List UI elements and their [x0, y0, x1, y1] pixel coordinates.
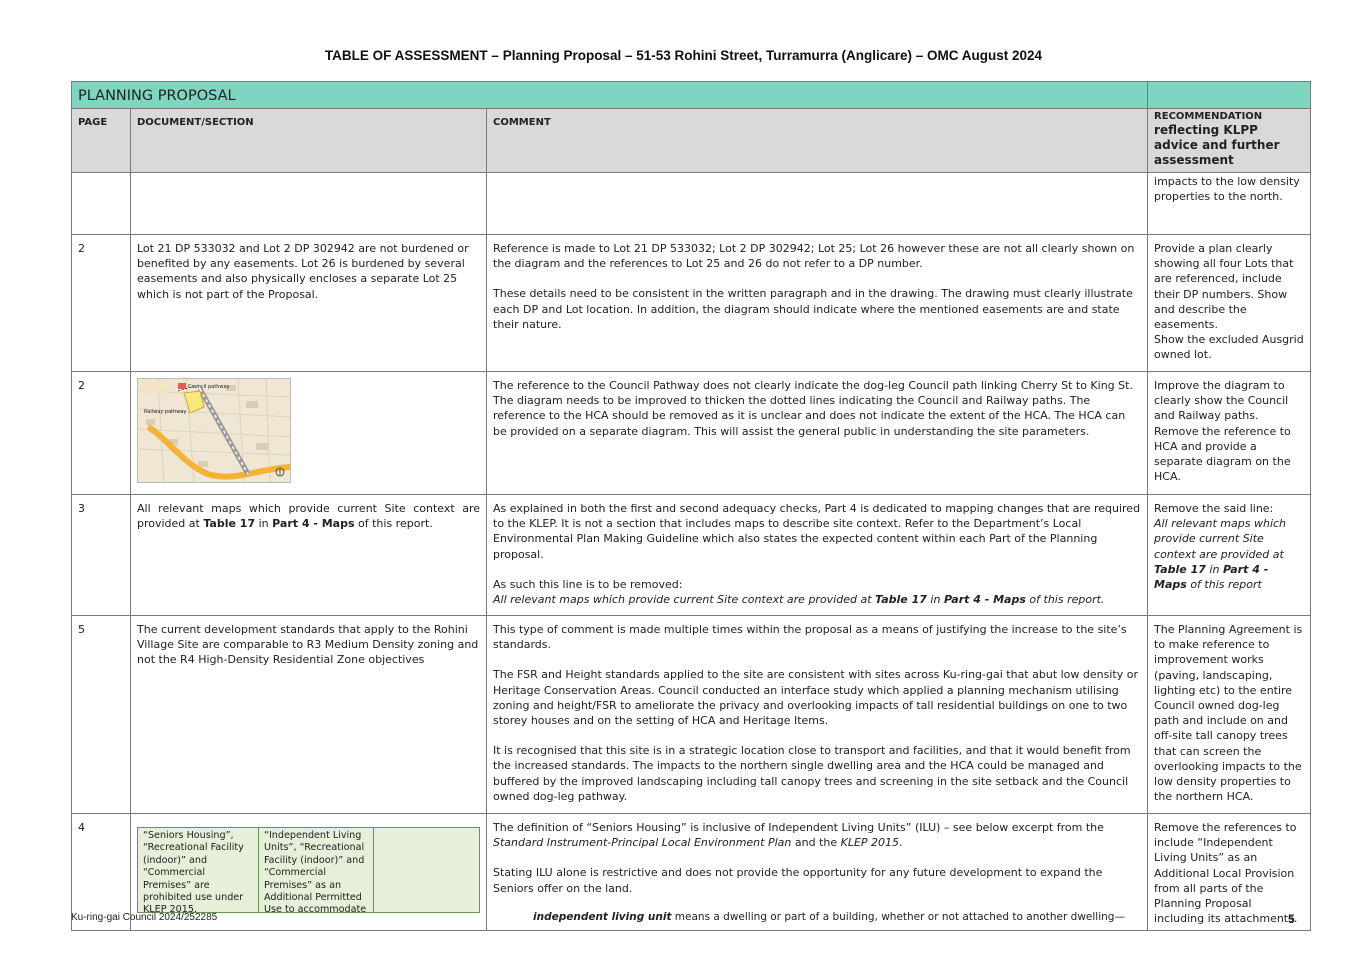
- cell-comment: [485, 172, 1149, 235]
- instrument-name: KLEP 2015: [840, 836, 900, 850]
- cell-comment: The reference to the Council Pathway doe…: [485, 371, 1149, 495]
- recommendation-paragraph: Remove the said line:: [1154, 502, 1274, 515]
- quoted-table-ref: Table 17: [1154, 562, 1206, 576]
- column-header-comment: COMMENT: [485, 108, 1149, 173]
- cell-section: All relevant maps which provide current …: [130, 494, 487, 616]
- footer-page-number: 5: [1288, 912, 1295, 926]
- cell-section: The current development standards that a…: [130, 615, 487, 814]
- definition-text: means a dwelling or part of a building, …: [671, 910, 1125, 923]
- recommendation-paragraph: Provide a plan clearly showing all four …: [1154, 242, 1294, 332]
- section-text: of this report.: [354, 517, 433, 531]
- cell-comment: As explained in both the first and secon…: [485, 494, 1149, 616]
- definition-excerpt: independent living unit means a dwelling…: [493, 910, 1141, 925]
- comment-paragraph: It is recognised that this site is in a …: [493, 744, 1131, 803]
- quoted-text: of this report.: [1025, 593, 1105, 607]
- excerpt-column-permitted: “Independent Living Units”, “Recreationa…: [259, 828, 374, 912]
- comment-paragraph: Reference is made to Lot 21 DP 533032; L…: [493, 242, 1135, 271]
- excerpt-column-prohibited: “Seniors Housing”, “Recreational Facilit…: [138, 828, 259, 912]
- comment-paragraph: Stating ILU alone is restrictive and doe…: [493, 866, 1103, 895]
- map-label-railway: Railway pathway: [144, 409, 186, 415]
- quoted-text: All relevant maps which provide current …: [493, 593, 876, 607]
- cell-page: [71, 172, 131, 235]
- cell-section: Lot 21 DP 533032 and Lot 2 DP 302942 are…: [130, 234, 487, 372]
- quoted-table-ref: Table 17: [875, 593, 927, 607]
- recommendation-quoted-line: All relevant maps which provide current …: [1154, 516, 1304, 592]
- comment-paragraph: As such this line is to be removed:: [493, 577, 683, 591]
- cell-section: Council pathway Railway pathway: [130, 371, 487, 495]
- table-row: 2 Council pathway Railway pathway The re…: [71, 371, 1312, 495]
- comment-paragraph: As explained in both the first and secon…: [493, 502, 1141, 561]
- comment-paragraph: These details need to be consistent in t…: [493, 287, 1133, 331]
- excerpt-column-empty: [374, 828, 479, 912]
- quoted-text: in: [1205, 562, 1223, 576]
- instrument-name: Standard Instrument-Principal Local Envi…: [493, 836, 792, 850]
- table-ref: Table 17: [203, 517, 256, 531]
- cell-comment: This type of comment is made multiple ti…: [485, 615, 1149, 814]
- quoted-line: All relevant maps which provide current …: [493, 592, 1141, 607]
- table-row: impacts to the low density properties to…: [71, 172, 1312, 235]
- cell-recommendation: Improve the diagram to clearly show the …: [1147, 371, 1312, 495]
- cell-recommendation: Remove the said line: All relevant maps …: [1147, 494, 1312, 616]
- cell-section: [130, 172, 487, 235]
- table-row: 5 The current development standards that…: [71, 615, 1312, 814]
- table-row: 2 Lot 21 DP 533032 and Lot 2 DP 302942 a…: [71, 234, 1312, 372]
- map-label-council: Council pathway: [188, 384, 230, 390]
- cell-page: 2: [71, 371, 131, 495]
- cell-page: 5: [71, 615, 131, 814]
- section-header-row: PLANNING PROPOSAL: [70, 81, 1312, 109]
- cell-page: 2: [71, 234, 131, 372]
- embedded-excerpt-table: “Seniors Housing”, “Recreational Facilit…: [137, 827, 480, 913]
- table-row: 4 “Seniors Housing”, “Recreational Facil…: [71, 812, 1312, 932]
- assessment-table: PLANNING PROPOSAL PAGE DOCUMENT/SECTION …: [70, 81, 1312, 932]
- comment-text: The definition of “Seniors Housing” is i…: [493, 821, 1104, 834]
- cell-recommendation: Remove the references to include “Indepe…: [1147, 812, 1312, 932]
- column-header-row: PAGE DOCUMENT/SECTION COMMENT RECOMMENDA…: [71, 108, 1312, 173]
- table-row: 3 All relevant maps which provide curren…: [71, 494, 1312, 616]
- column-header-recommendation: RECOMMENDATION reflecting KLPP advice an…: [1147, 108, 1312, 173]
- recommendation-header-label: RECOMMENDATION: [1154, 111, 1263, 122]
- comment-paragraph: This type of comment is made multiple ti…: [493, 623, 1127, 652]
- quoted-text: in: [926, 593, 944, 607]
- recommendation-paragraph: Show the excluded Ausgrid owned lot.: [1154, 333, 1304, 362]
- comment-paragraph: The FSR and Height standards applied to …: [493, 668, 1138, 728]
- part-ref: Part 4 - Maps: [272, 517, 355, 531]
- quoted-part-ref: Part 4 - Maps: [943, 593, 1026, 607]
- comment-paragraph: The definition of “Seniors Housing” is i…: [493, 820, 1141, 850]
- comment-text: and the: [791, 836, 841, 850]
- cell-recommendation: Provide a plan clearly showing all four …: [1147, 234, 1312, 372]
- quoted-text: All relevant maps which provide current …: [1154, 517, 1287, 561]
- footer-reference: Ku-ring-gai Council 2024/252285: [71, 912, 218, 923]
- quoted-text: of this report: [1186, 578, 1262, 592]
- recommendation-header-sub: reflecting KLPP advice and further asses…: [1154, 123, 1280, 167]
- section-text: in: [255, 517, 273, 531]
- document-title: TABLE OF ASSESSMENT – Planning Proposal …: [324, 48, 1043, 63]
- cell-recommendation: The Planning Agreement is to make refere…: [1147, 615, 1312, 814]
- cell-recommendation: impacts to the low density properties to…: [1147, 172, 1312, 235]
- site-map-thumbnail: Council pathway Railway pathway: [137, 378, 291, 483]
- comment-text: .: [899, 836, 903, 850]
- definition-term: independent living unit: [533, 910, 672, 923]
- column-header-document-section: DOCUMENT/SECTION: [130, 108, 487, 173]
- section-label: PLANNING PROPOSAL: [70, 81, 1149, 109]
- cell-comment: The definition of “Seniors Housing” is i…: [485, 812, 1149, 932]
- column-header-page: PAGE: [71, 108, 131, 173]
- cell-page: 3: [71, 494, 131, 616]
- cell-comment: Reference is made to Lot 21 DP 533032; L…: [485, 234, 1149, 372]
